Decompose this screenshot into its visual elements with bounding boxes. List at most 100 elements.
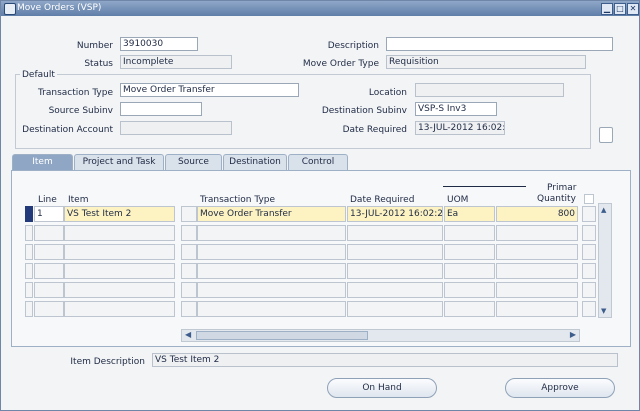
- location-field[interactable]: [415, 83, 564, 97]
- cell-quantity[interactable]: 800: [496, 206, 578, 222]
- table-cell[interactable]: [582, 282, 596, 298]
- number-label: Number: [76, 41, 113, 51]
- scroll-left-icon[interactable]: ◀: [185, 330, 191, 339]
- cell-item-revision[interactable]: [181, 206, 197, 222]
- cell-transaction-type[interactable]: Move Order Transfer: [197, 206, 346, 222]
- table-cell[interactable]: [197, 263, 346, 279]
- table-cell[interactable]: [347, 244, 443, 260]
- row-indicator[interactable]: [25, 206, 33, 222]
- cell-uom[interactable]: Ea: [444, 206, 495, 222]
- tab-destination[interactable]: Destination: [223, 154, 287, 170]
- col-primary-quantity-line2: Quantity: [537, 194, 576, 204]
- row-indicator[interactable]: [25, 225, 33, 241]
- horizontal-scrollbar[interactable]: ◀ ▶: [181, 329, 580, 342]
- table-cell[interactable]: [444, 225, 495, 241]
- title-bar: Move Orders (VSP) ▁ □ ✕: [1, 1, 639, 16]
- number-field[interactable]: 3910030: [120, 37, 198, 51]
- table-cell[interactable]: [34, 301, 64, 317]
- date-required-field[interactable]: 13-JUL-2012 16:02:: [415, 121, 505, 135]
- table-cell[interactable]: [34, 282, 64, 298]
- col-item: Item: [68, 195, 89, 205]
- source-subinv-label: Source Subinv: [48, 106, 113, 116]
- status-label: Status: [84, 59, 113, 69]
- move-order-type-field: Requisition: [386, 55, 586, 69]
- row-indicator[interactable]: [25, 263, 33, 279]
- table-cell[interactable]: [496, 282, 578, 298]
- maximize-button[interactable]: □: [614, 3, 626, 15]
- table-cell[interactable]: [64, 225, 175, 241]
- table-cell[interactable]: [444, 263, 495, 279]
- close-button[interactable]: ✕: [627, 3, 639, 15]
- scroll-up-icon[interactable]: ▲: [601, 206, 606, 214]
- scroll-right-icon[interactable]: ▶: [570, 330, 576, 339]
- destination-subinv-field[interactable]: VSP-S Inv3: [415, 102, 497, 116]
- scroll-down-icon[interactable]: ▼: [601, 307, 606, 315]
- cell-checkbox[interactable]: [582, 206, 596, 222]
- row-indicator[interactable]: [25, 244, 33, 260]
- source-subinv-field[interactable]: [120, 102, 202, 116]
- table-cell[interactable]: [64, 301, 175, 317]
- tab-item[interactable]: Item: [12, 154, 73, 170]
- table-cell[interactable]: [181, 225, 197, 241]
- tab-project-and-task[interactable]: Project and Task: [74, 154, 164, 170]
- row-indicator[interactable]: [25, 301, 33, 317]
- table-cell[interactable]: [197, 301, 346, 317]
- item-description-field: VS Test Item 2: [152, 353, 618, 367]
- table-cell[interactable]: [582, 225, 596, 241]
- transaction-type-label: Transaction Type: [37, 88, 113, 98]
- cell-date-required[interactable]: 13-JUL-2012 16:02:2!: [347, 206, 443, 222]
- table-cell[interactable]: [496, 301, 578, 317]
- table-cell[interactable]: [444, 244, 495, 260]
- on-hand-button[interactable]: On Hand: [327, 378, 437, 398]
- tab-control[interactable]: Control: [288, 154, 348, 170]
- table-cell[interactable]: [64, 282, 175, 298]
- table-cell[interactable]: [347, 225, 443, 241]
- select-all-box[interactable]: [584, 194, 594, 204]
- minimize-button[interactable]: ▁: [601, 3, 613, 15]
- table-cell[interactable]: [197, 225, 346, 241]
- vertical-scrollbar[interactable]: ▲ ▼: [598, 203, 612, 318]
- table-cell[interactable]: [34, 263, 64, 279]
- table-cell[interactable]: [64, 263, 175, 279]
- table-cell[interactable]: [496, 263, 578, 279]
- tab-source[interactable]: Source: [165, 154, 222, 170]
- date-required-label: Date Required: [342, 125, 407, 135]
- window-title: Move Orders (VSP): [17, 3, 102, 13]
- table-cell[interactable]: [34, 244, 64, 260]
- row-indicator[interactable]: [25, 282, 33, 298]
- approve-button[interactable]: Approve: [505, 378, 615, 398]
- table-cell[interactable]: [582, 263, 596, 279]
- table-cell[interactable]: [496, 244, 578, 260]
- table-cell[interactable]: [347, 282, 443, 298]
- table-cell[interactable]: [444, 282, 495, 298]
- table-cell[interactable]: [197, 244, 346, 260]
- table-cell[interactable]: [64, 244, 175, 260]
- table-cell[interactable]: [582, 301, 596, 317]
- default-group-label: Default: [20, 70, 57, 80]
- uom-header-rule: [443, 186, 526, 187]
- table-cell[interactable]: [181, 282, 197, 298]
- table-cell[interactable]: [444, 301, 495, 317]
- table-cell[interactable]: [34, 225, 64, 241]
- move-orders-window: Move Orders (VSP) ▁ □ ✕ Number 3910030 D…: [0, 0, 640, 411]
- destination-account-label: Destination Account: [22, 125, 113, 135]
- table-cell[interactable]: [347, 263, 443, 279]
- col-transaction-type: Transaction Type: [200, 195, 276, 205]
- table-cell[interactable]: [181, 263, 197, 279]
- table-cell[interactable]: [496, 225, 578, 241]
- status-field: Incomplete: [120, 55, 232, 69]
- col-line: Line: [38, 195, 57, 205]
- cell-item[interactable]: VS Test Item 2: [64, 206, 175, 222]
- table-cell[interactable]: [181, 301, 197, 317]
- table-cell[interactable]: [181, 244, 197, 260]
- table-cell[interactable]: [197, 282, 346, 298]
- table-cell[interactable]: [582, 244, 596, 260]
- col-date-required: Date Required: [350, 195, 415, 205]
- description-field[interactable]: [386, 37, 613, 51]
- scroll-thumb[interactable]: [196, 331, 368, 340]
- destination-account-field[interactable]: [120, 121, 232, 135]
- table-cell[interactable]: [347, 301, 443, 317]
- cell-line[interactable]: 1: [34, 206, 64, 222]
- transaction-type-field[interactable]: Move Order Transfer: [120, 83, 299, 97]
- descriptive-flexfield[interactable]: [599, 127, 613, 143]
